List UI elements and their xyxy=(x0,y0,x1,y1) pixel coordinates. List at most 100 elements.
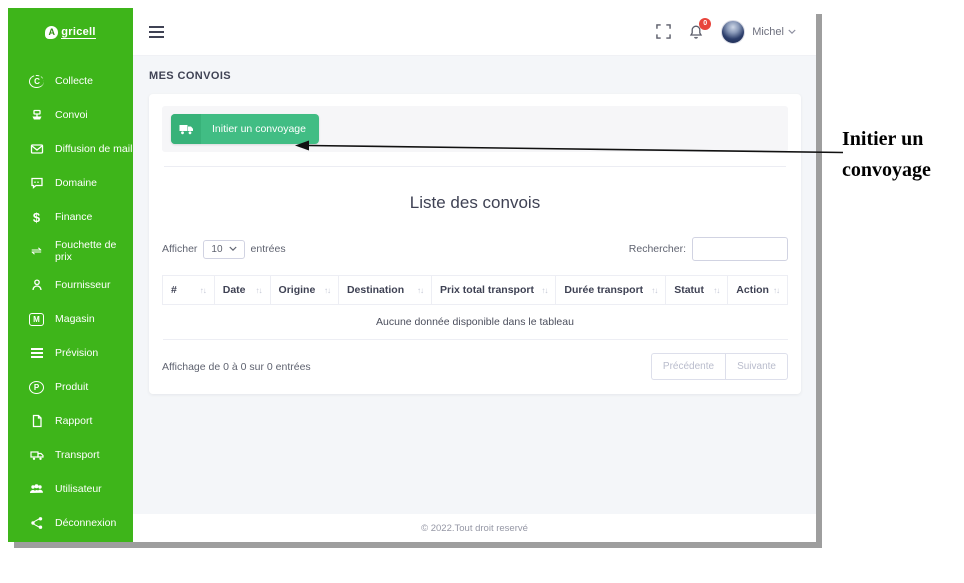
sort-icon: ↑↓ xyxy=(541,286,547,295)
mail-icon xyxy=(29,142,44,157)
previous-page-button[interactable]: Précédente xyxy=(651,353,725,380)
table-header-row: #↑↓ Date↑↓ Origine↑↓ Destination↑↓ Prix … xyxy=(163,276,788,305)
sidebar-item-convoi[interactable]: Convoi xyxy=(8,98,133,132)
button-strip: Initier un convoyage xyxy=(162,106,788,152)
entries-select-value: 10 xyxy=(211,244,222,255)
user-name: Michel xyxy=(752,26,784,38)
sidebar-item-magasin[interactable]: M Magasin xyxy=(8,302,133,336)
annotation-label: Initier un convoyage xyxy=(842,124,962,186)
sidebar-nav: C Collecte Convoi Diffusion de mail Doma… xyxy=(8,56,133,540)
sidebar-item-deconnexion[interactable]: Déconnexion xyxy=(8,506,133,540)
length-prefix-label: Afficher xyxy=(162,243,197,255)
sidebar-item-label: Collecte xyxy=(55,75,93,87)
sort-icon: ↑↓ xyxy=(651,286,657,295)
next-page-button[interactable]: Suivante xyxy=(725,353,788,380)
column-header-origine[interactable]: Origine↑↓ xyxy=(270,276,338,305)
convois-table: #↑↓ Date↑↓ Origine↑↓ Destination↑↓ Prix … xyxy=(162,275,788,340)
search-control: Rechercher: xyxy=(629,237,788,261)
sidebar-item-produit[interactable]: P Produit xyxy=(8,370,133,404)
column-header-destination[interactable]: Destination↑↓ xyxy=(338,276,431,305)
sort-icon: ↑↓ xyxy=(713,286,719,295)
table-footer: Affichage de 0 à 0 sur 0 entrées Précéde… xyxy=(162,353,788,380)
main-content: MES CONVOIS Initier un convoyage Liste d… xyxy=(133,56,816,542)
sidebar-item-rapport[interactable]: Rapport xyxy=(8,404,133,438)
dollar-icon: $ xyxy=(29,210,44,225)
initier-convoyage-label: Initier un convoyage xyxy=(201,114,319,144)
divider xyxy=(164,166,786,167)
brand-logo-text: gricell xyxy=(61,26,96,39)
convois-card: Initier un convoyage Liste des convois A… xyxy=(149,94,801,394)
sidebar-item-utilisateur[interactable]: Utilisateur xyxy=(8,472,133,506)
ship-icon xyxy=(29,108,44,123)
sidebar-item-label: Déconnexion xyxy=(55,517,116,529)
sidebar-item-label: Rapport xyxy=(55,415,92,427)
column-header-date[interactable]: Date↑↓ xyxy=(214,276,270,305)
sort-icon: ↑↓ xyxy=(200,286,206,295)
sidebar-item-label: Finance xyxy=(55,211,92,223)
hamburger-menu-icon[interactable] xyxy=(149,26,164,38)
topbar: 0 Michel xyxy=(133,8,816,56)
list-icon xyxy=(29,346,44,361)
store-icon: M xyxy=(29,313,44,326)
page-title: MES CONVOIS xyxy=(149,70,801,82)
speech-bubble-icon xyxy=(29,176,44,191)
notification-bell-icon[interactable]: 0 xyxy=(688,24,704,40)
column-header-index[interactable]: #↑↓ xyxy=(163,276,215,305)
column-header-action[interactable]: Action↑↓ xyxy=(728,276,788,305)
truck-icon xyxy=(29,448,44,463)
column-header-duree-transport[interactable]: Durée transport↑↓ xyxy=(556,276,666,305)
search-input[interactable] xyxy=(692,237,788,261)
table-title: Liste des convois xyxy=(162,193,788,213)
chevron-down-icon xyxy=(788,29,796,35)
sidebar-item-label: Domaine xyxy=(55,177,97,189)
user-menu[interactable]: Michel xyxy=(721,20,796,44)
users-group-icon xyxy=(29,482,44,497)
sort-icon: ↑↓ xyxy=(417,286,423,295)
fullscreen-icon[interactable] xyxy=(656,24,671,39)
sidebar-item-diffusion-de-mail[interactable]: Diffusion de mail xyxy=(8,132,133,166)
sidebar-item-label: Prévision xyxy=(55,347,98,359)
sort-icon: ↑↓ xyxy=(256,286,262,295)
sidebar-item-label: Produit xyxy=(55,381,88,393)
sidebar-item-label: Fouchette de prix xyxy=(55,239,133,263)
document-icon xyxy=(29,414,44,429)
sidebar-item-finance[interactable]: $ Finance xyxy=(8,200,133,234)
leaf-logo-icon: A xyxy=(45,26,58,39)
sort-icon: ↑↓ xyxy=(324,286,330,295)
exchange-arrows-icon: ⇌ xyxy=(29,244,44,259)
truck-button-icon xyxy=(171,114,201,144)
app-window: A gricell C Collecte Convoi Diffusion de… xyxy=(8,8,816,542)
product-icon: P xyxy=(29,381,44,394)
share-logout-icon xyxy=(29,516,44,531)
copyright-text: © 2022.Tout droit reservé xyxy=(421,523,528,534)
page-length-control: Afficher 10 entrées xyxy=(162,240,286,259)
chevron-down-icon xyxy=(229,246,237,252)
sidebar-item-transport[interactable]: Transport xyxy=(8,438,133,472)
column-header-prix-total-transport[interactable]: Prix total transport↑↓ xyxy=(432,276,556,305)
sidebar-item-label: Magasin xyxy=(55,313,95,325)
sidebar-item-fournisseur[interactable]: Fournisseur xyxy=(8,268,133,302)
sidebar-item-domaine[interactable]: Domaine xyxy=(8,166,133,200)
sidebar-item-label: Transport xyxy=(55,449,100,461)
initier-convoyage-button[interactable]: Initier un convoyage xyxy=(171,114,319,144)
sidebar-item-collecte[interactable]: C Collecte xyxy=(8,64,133,98)
app-footer: © 2022.Tout droit reservé xyxy=(133,514,816,542)
sidebar-item-label: Utilisateur xyxy=(55,483,102,495)
search-label: Rechercher: xyxy=(629,243,686,255)
collecte-icon: C xyxy=(29,75,44,88)
sort-icon: ↑↓ xyxy=(773,286,779,295)
empty-table-row: Aucune donnée disponible dans le tableau xyxy=(163,305,788,340)
brand-logo[interactable]: A gricell xyxy=(8,8,133,56)
person-icon xyxy=(29,278,44,293)
entries-select[interactable]: 10 xyxy=(203,240,244,259)
sidebar-item-label: Diffusion de mail xyxy=(55,143,132,155)
avatar xyxy=(721,20,745,44)
column-header-statut[interactable]: Statut↑↓ xyxy=(666,276,728,305)
length-suffix-label: entrées xyxy=(251,243,286,255)
notification-badge: 0 xyxy=(699,18,711,30)
pagination: Précédente Suivante xyxy=(651,353,788,380)
sidebar-item-prevision[interactable]: Prévision xyxy=(8,336,133,370)
sidebar-item-fouchette-de-prix[interactable]: ⇌ Fouchette de prix xyxy=(8,234,133,268)
table-controls: Afficher 10 entrées Rechercher: xyxy=(162,237,788,261)
sidebar: A gricell C Collecte Convoi Diffusion de… xyxy=(8,8,133,542)
